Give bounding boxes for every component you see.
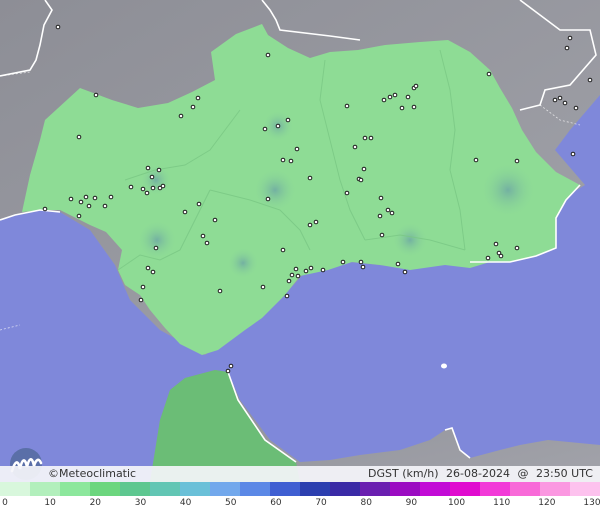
alboran-island <box>441 363 447 369</box>
wind-gust-map <box>0 0 600 482</box>
at-symbol: @ <box>517 467 529 480</box>
legend-swatch <box>90 482 120 496</box>
parameter-label: DGST (km/h) <box>368 467 439 480</box>
legend-tick-label: 60 <box>270 498 282 508</box>
legend-swatch <box>0 482 30 496</box>
legend-tick-label: 110 <box>493 498 511 508</box>
legend-swatch <box>330 482 360 496</box>
brand-name: Meteoclimatic <box>59 467 137 480</box>
date-label: 26-08-2024 <box>446 467 510 480</box>
legend-swatch <box>240 482 270 496</box>
legend-swatch <box>480 482 510 496</box>
legend-tick-label: 70 <box>315 498 327 508</box>
legend-tick-label: 30 <box>134 498 147 508</box>
legend-swatch <box>60 482 90 496</box>
legend-swatch <box>270 482 300 496</box>
legend-tick-label: 90 <box>405 498 418 508</box>
legend-tick-label: 120 <box>538 498 556 508</box>
legend-swatch <box>30 482 60 496</box>
legend-tick-label: 10 <box>44 498 56 508</box>
legend-swatch <box>210 482 240 496</box>
legend-tick-label: 50 <box>225 498 237 508</box>
legend-swatch <box>360 482 390 496</box>
legend-swatch <box>150 482 180 496</box>
legend-swatch <box>180 482 210 496</box>
brand-credit: ©Meteoclimatic <box>48 466 136 482</box>
map-info: DGST (km/h) 26-08-2024 @ 23:50 UTC <box>364 466 593 482</box>
legend-tick-label: 80 <box>360 498 372 508</box>
legend-swatch <box>390 482 420 496</box>
legend-swatch <box>450 482 480 496</box>
legend-tick-label: 20 <box>89 498 102 508</box>
legend-swatch <box>510 482 540 496</box>
legend-swatch <box>420 482 450 496</box>
color-scale-legend: 0 10 20 30 40 50 60 70 80 90 100 110 120 130 <box>0 482 600 517</box>
legend-swatch <box>120 482 150 496</box>
time-label: 23:50 UTC <box>535 467 593 480</box>
legend-tick-label: 0 <box>2 498 8 508</box>
legend-swatch <box>300 482 330 496</box>
copyright-symbol: © <box>48 467 59 480</box>
legend-tick-label: 40 <box>179 498 192 508</box>
legend-swatch <box>570 482 600 496</box>
legend-tick-label: 130 <box>583 498 600 508</box>
legend-ticks: 0 10 20 30 40 50 60 70 80 90 100 110 120 130 <box>0 498 600 512</box>
legend-swatch <box>540 482 570 496</box>
legend-tick-label: 100 <box>447 498 466 508</box>
legend-color-bar <box>0 482 600 496</box>
info-bar: ©Meteoclimatic DGST (km/h) 26-08-2024 @ … <box>0 466 600 482</box>
